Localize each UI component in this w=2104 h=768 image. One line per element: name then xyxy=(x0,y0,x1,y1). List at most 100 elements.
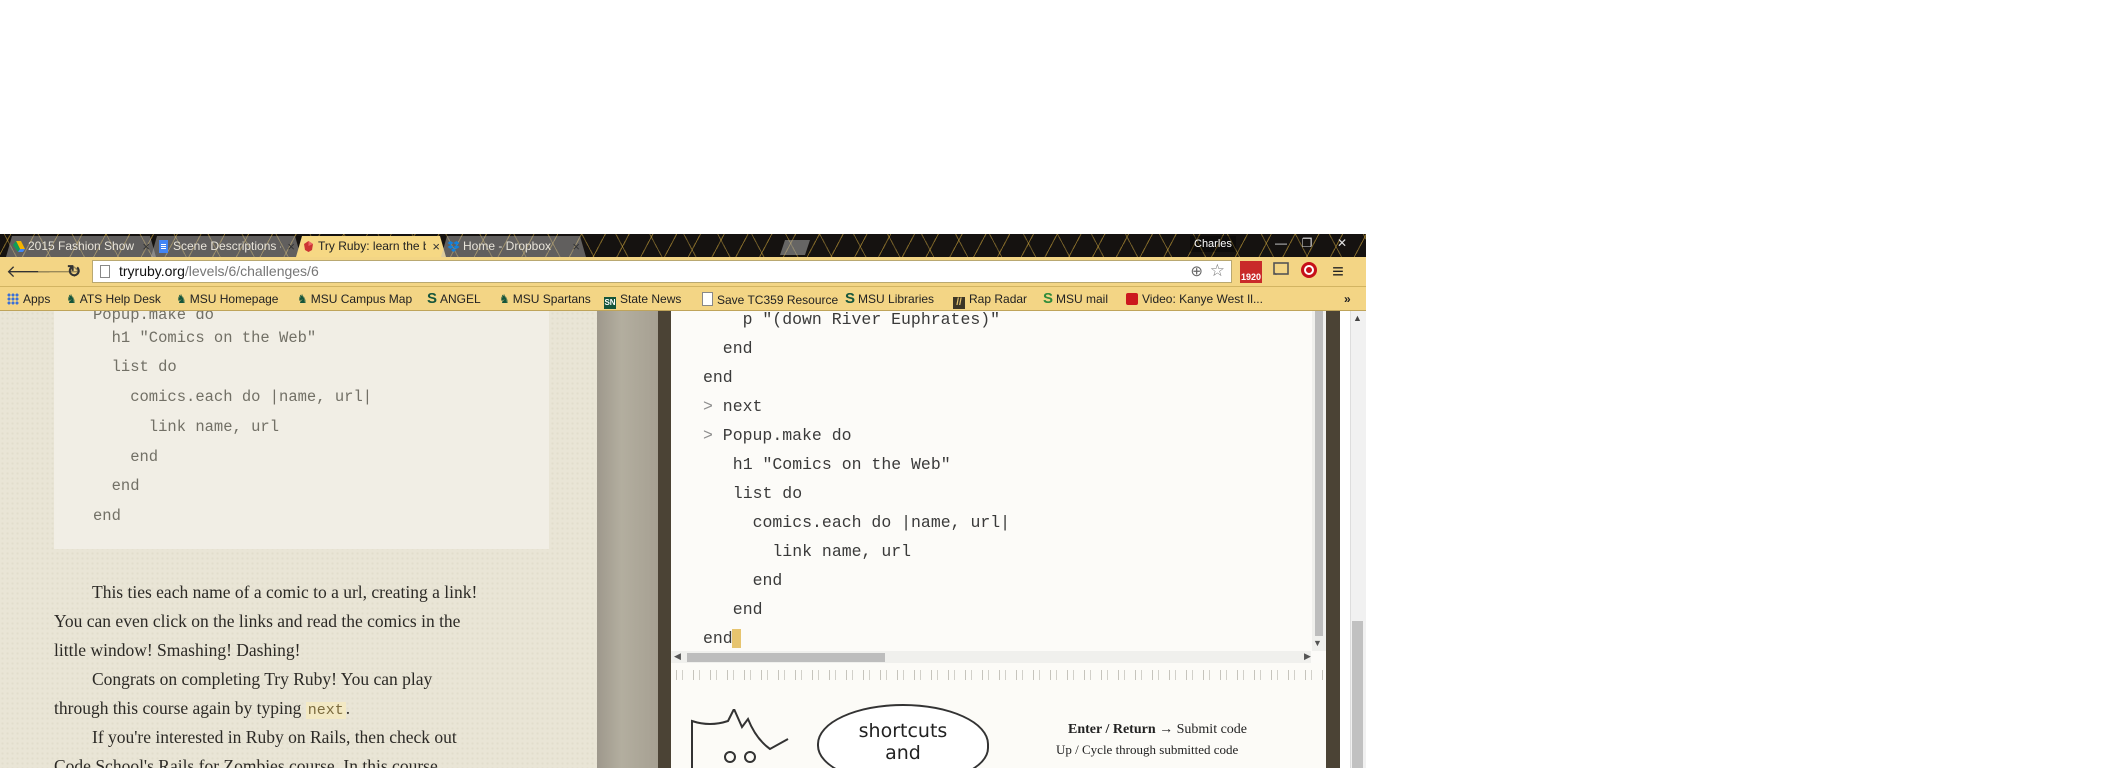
minimize-button[interactable]: — xyxy=(1268,234,1294,252)
youtube-icon xyxy=(1126,293,1138,305)
forward-button[interactable]: 🡒 xyxy=(36,262,82,282)
close-window-button[interactable]: ✕ xyxy=(1322,234,1362,252)
bookmark-ats-help-desk[interactable]: ♞ ATS Help Desk xyxy=(66,292,161,306)
console-line: > Popup.make do xyxy=(703,426,852,445)
bookmark-label: MSU Homepage xyxy=(189,292,279,306)
scroll-left-arrow-icon[interactable]: ◀ xyxy=(674,651,681,662)
gmail-extension-icon[interactable]: 1920 xyxy=(1240,261,1262,283)
page-scroll-thumb[interactable] xyxy=(1352,621,1363,768)
bookmark-label: MSU mail xyxy=(1056,292,1109,306)
close-icon[interactable]: × xyxy=(287,236,295,257)
spartan-helmet-icon: ♞ xyxy=(297,292,308,306)
console-scroll-thumb[interactable] xyxy=(1315,311,1323,636)
profile-button[interactable]: Charles xyxy=(1190,236,1236,252)
page-scroll-up-icon[interactable]: ▲ xyxy=(1353,313,1362,323)
browser-window: 2015 Fashion Show - Go × Scene Descripti… xyxy=(0,234,1366,768)
bookmark-msu-homepage[interactable]: ♞ MSU Homepage xyxy=(176,292,278,306)
shortcut-description: Submit code xyxy=(1176,722,1248,737)
console-text: end xyxy=(713,571,783,590)
address-bar[interactable]: tryruby.org/levels/6/challenges/6 ⊕ ☆ xyxy=(92,260,1232,283)
tab-title: Home - Dropbox xyxy=(463,239,552,253)
bookmark-msu-campus-map[interactable]: ♞ MSU Campus Map xyxy=(297,292,412,306)
tab-dropbox[interactable]: Home - Dropbox × xyxy=(441,236,586,257)
tab-strip: 2015 Fashion Show - Go × Scene Descripti… xyxy=(0,234,1366,257)
bookmark-msu-mail[interactable]: S MSU mail xyxy=(1043,290,1109,307)
url-path: /levels/6/challenges/6 xyxy=(184,263,319,279)
page-content: Popup.make do h1 "Comics on the Web" lis… xyxy=(0,311,1366,768)
bookmarks-bar: Apps ♞ ATS Help Desk ♞ MSU Homepage ♞ MSU C… xyxy=(0,287,1366,311)
console-text: link name, url xyxy=(713,542,912,561)
console-text: end xyxy=(703,629,733,648)
lesson-text: Congrats on completing Try Ruby! You can… xyxy=(92,669,433,689)
bubble-line: shortcuts xyxy=(858,720,948,742)
bookmark-save-tc359[interactable]: Save TC359 Resource xyxy=(702,292,838,307)
code-line: end xyxy=(93,507,121,525)
shortcut-up: Up / Cycle through submitted code xyxy=(1056,742,1239,757)
code-line: list do xyxy=(93,358,177,376)
lesson-text: You can even click on the links and read… xyxy=(54,611,461,631)
lesson-pane: Popup.make do h1 "Comics on the Web" lis… xyxy=(0,311,597,768)
new-tab-button[interactable] xyxy=(780,240,810,255)
console-text: end xyxy=(713,600,763,619)
dropbox-icon xyxy=(447,241,460,252)
bookmark-kanye-video[interactable]: Video: Kanye West Il... xyxy=(1126,292,1263,306)
bookmark-label: ANGEL xyxy=(440,292,481,306)
console-line: end xyxy=(703,629,733,648)
bookmark-rap-radar[interactable]: // Rap Radar xyxy=(953,292,1027,309)
back-button[interactable]: 🡐 xyxy=(6,262,52,282)
lesson-text-part: . xyxy=(345,698,351,718)
tab-fashion-show[interactable]: 2015 Fashion Show - Go × xyxy=(6,236,156,257)
console-text: next xyxy=(712,397,763,416)
lesson-text: little window! Smashing! Dashing! xyxy=(54,640,301,660)
bookmark-apps[interactable]: Apps xyxy=(7,292,50,306)
spartan-helmet-icon: ♞ xyxy=(66,292,77,306)
menu-icon[interactable]: ≡ xyxy=(1326,261,1350,283)
page-icon xyxy=(702,292,713,306)
bookmark-label: MSU Campus Map xyxy=(310,292,413,306)
cast-icon[interactable] xyxy=(1270,261,1292,283)
scroll-down-arrow-icon[interactable]: ▼ xyxy=(1313,638,1322,648)
bubble-line: and xyxy=(885,742,921,764)
bookmark-star-icon[interactable]: ☆ xyxy=(1210,260,1225,281)
reload-icon: ↻ xyxy=(66,262,82,281)
bookmark-label: State News xyxy=(620,292,682,306)
reload-button[interactable]: ↻ xyxy=(64,262,84,282)
console-line: end xyxy=(703,339,753,358)
restore-button[interactable]: ❐ xyxy=(1294,234,1320,252)
sn-logo-icon: SN xyxy=(604,297,616,309)
bookmark-state-news[interactable]: SN State News xyxy=(604,292,681,309)
close-icon[interactable]: × xyxy=(432,236,440,257)
code-line: Popup.make do xyxy=(93,311,214,324)
spartan-helmet-icon: ♞ xyxy=(499,292,510,306)
cat-illustration-icon xyxy=(691,709,789,768)
console-line: end xyxy=(713,571,783,590)
tab-try-ruby[interactable]: Try Ruby: learn the basics × xyxy=(296,236,446,257)
bookmark-label: Save TC359 Resource xyxy=(717,293,839,307)
console-text: end xyxy=(703,368,733,387)
s-logo-icon: S xyxy=(845,290,856,307)
scroll-right-arrow-icon[interactable]: ▶ xyxy=(1304,651,1311,662)
s-logo-icon: S xyxy=(427,290,438,307)
code-line: link name, url xyxy=(93,418,280,436)
adblock-icon[interactable] xyxy=(1298,261,1320,283)
console-line: end xyxy=(713,600,763,619)
bookmarks-overflow-button[interactable]: » xyxy=(1344,292,1351,306)
code-example: Popup.make do h1 "Comics on the Web" lis… xyxy=(54,311,549,549)
bookmark-msu-spartans[interactable]: ♞ MSU Spartans xyxy=(499,292,591,306)
bookmark-label: Video: Kanye West Il... xyxy=(1142,292,1263,306)
close-icon[interactable]: × xyxy=(142,236,150,257)
console-hscroll-thumb[interactable] xyxy=(687,653,885,662)
bubble-text: shortcuts and xyxy=(819,720,987,764)
tab-title: Try Ruby: learn the basics xyxy=(318,239,426,253)
console-text: end xyxy=(703,339,753,358)
console-line: end xyxy=(703,368,733,387)
msu-mail-icon: S xyxy=(1043,290,1054,307)
bookmark-msu-libraries[interactable]: S MSU Libraries xyxy=(845,290,934,307)
bookmark-angel[interactable]: S ANGEL xyxy=(427,290,481,307)
close-icon[interactable]: × xyxy=(572,236,580,257)
zoom-icon[interactable]: ⊕ xyxy=(1190,261,1203,282)
ruby-console[interactable]: p "(down River Euphrates)" end end > nex… xyxy=(671,311,1326,663)
tab-scene-descriptions[interactable]: Scene Descriptions - Go × xyxy=(151,236,301,257)
console-prompt: > xyxy=(703,426,713,445)
shortcut-key: Enter / Return xyxy=(1068,722,1156,737)
